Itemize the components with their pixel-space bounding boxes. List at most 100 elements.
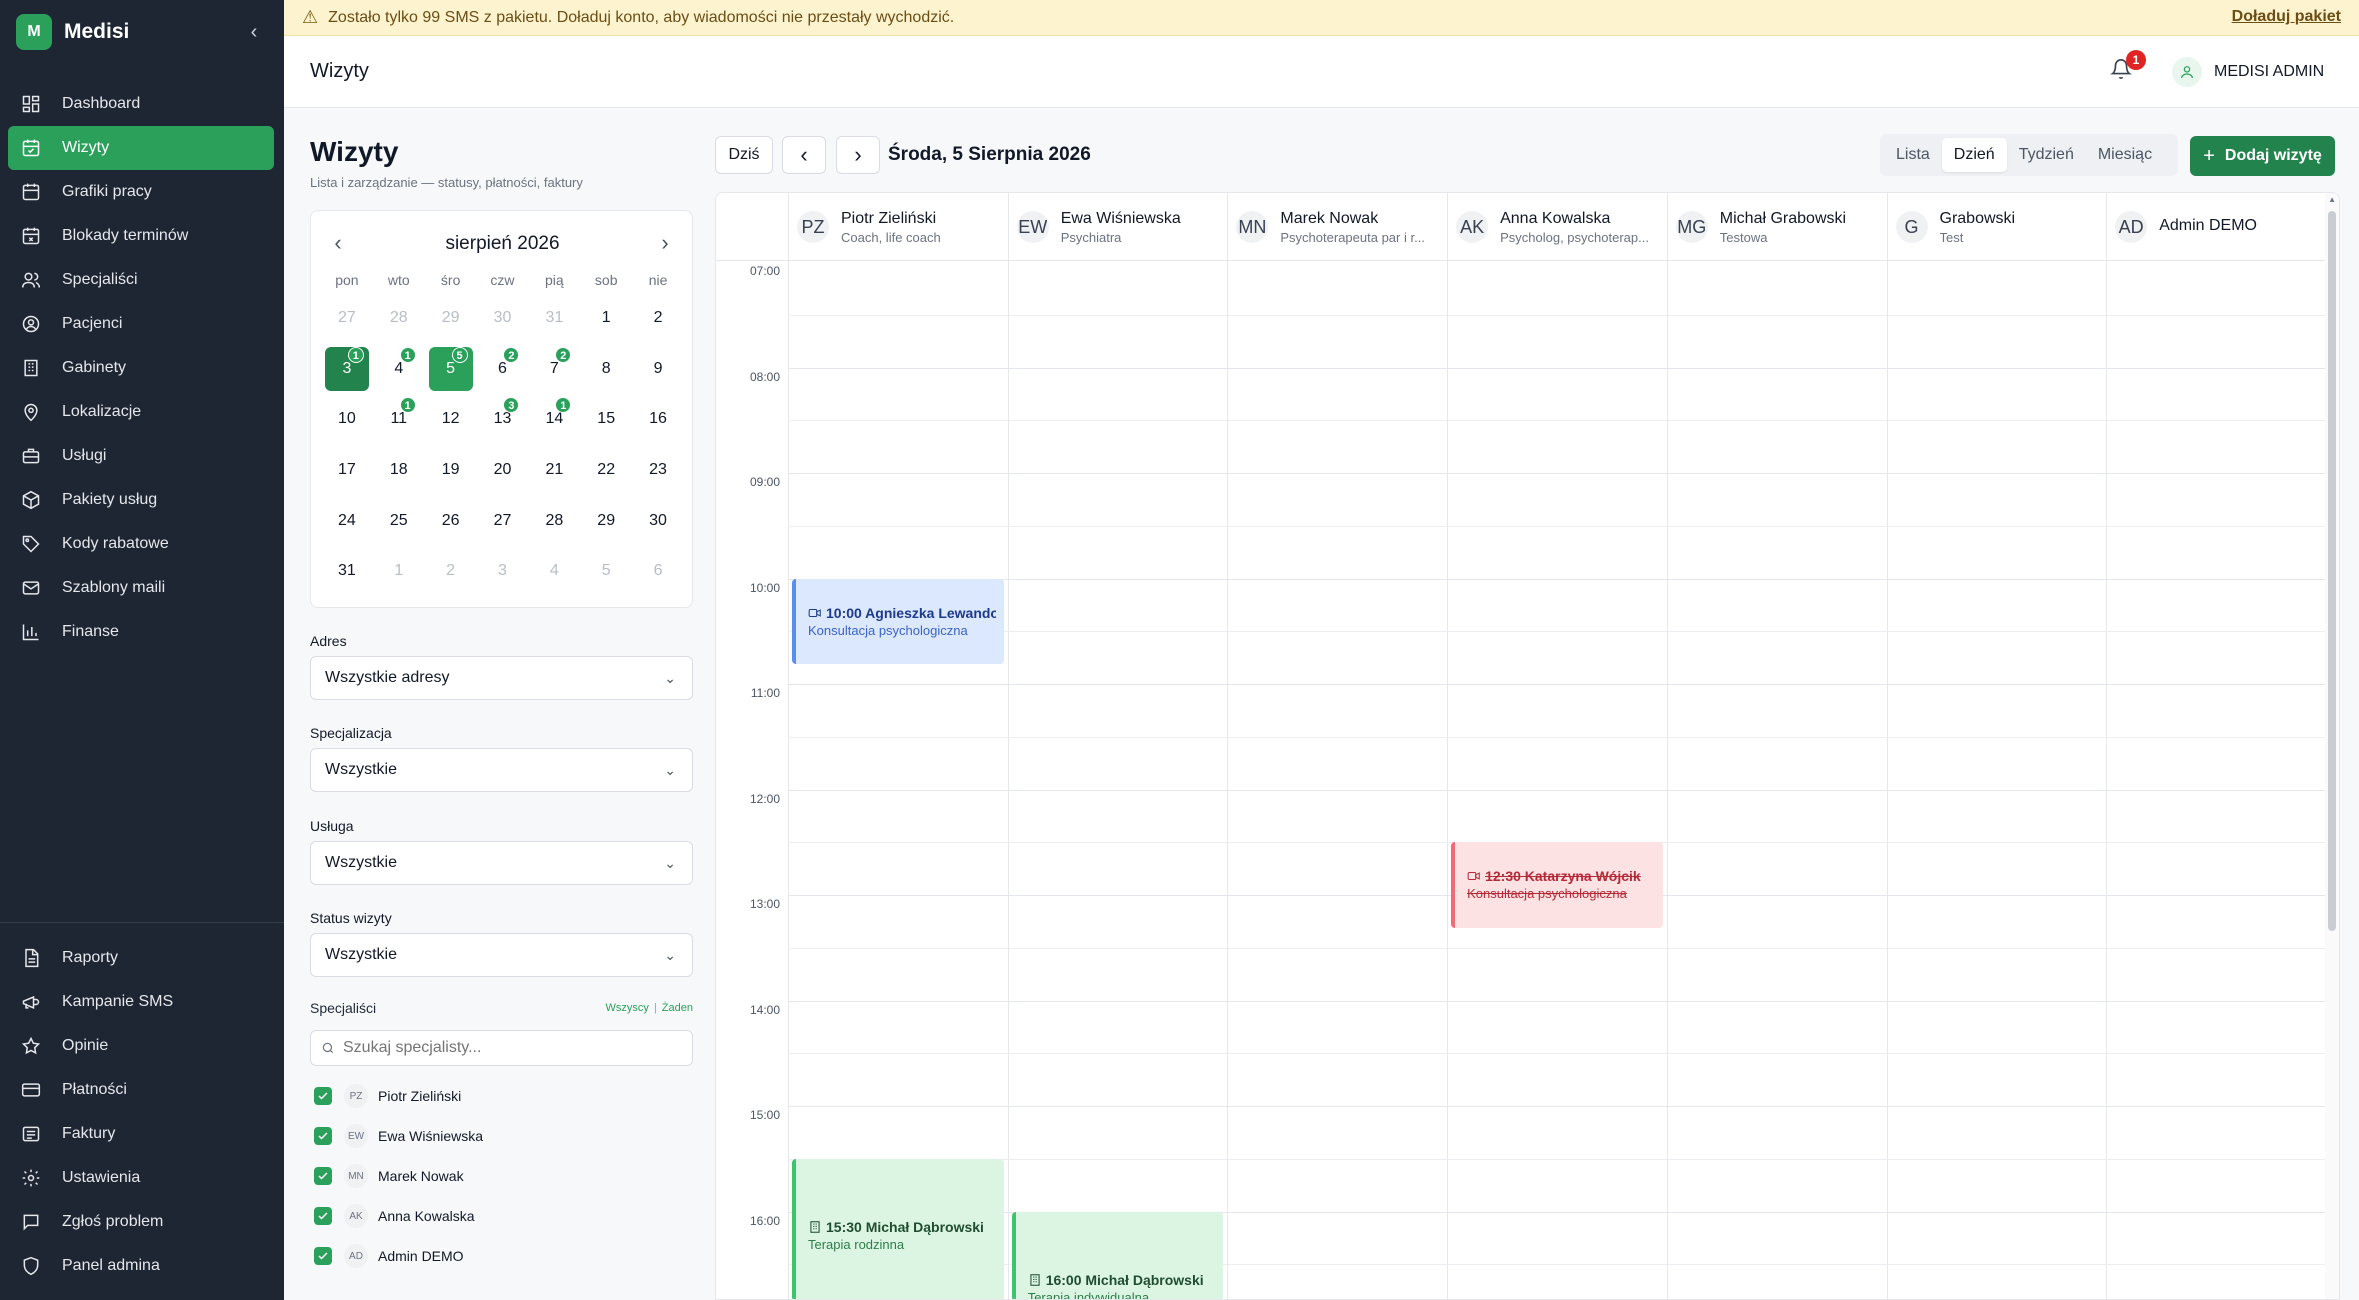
sidebar-item-kody-rabatowe[interactable]: Kody rabatowe xyxy=(8,522,274,566)
sidebar-item-grafiki-pracy[interactable]: Grafiki pracy xyxy=(8,170,274,214)
sidebar-item-ustawienia[interactable]: Ustawienia xyxy=(8,1156,274,1200)
mini-calendar-day[interactable]: 22 xyxy=(580,445,632,496)
mini-calendar-day[interactable]: 21 xyxy=(528,445,580,496)
mini-calendar-day[interactable]: 26 xyxy=(425,495,477,546)
mini-calendar-day[interactable]: 13 3 xyxy=(477,394,529,445)
mini-calendar-day[interactable]: 4 xyxy=(528,546,580,597)
sidebar-item-pacjenci[interactable]: Pacjenci xyxy=(8,302,274,346)
sidebar-item-zgłoś-problem[interactable]: Zgłoś problem xyxy=(8,1200,274,1244)
scroll-thumb[interactable] xyxy=(2328,211,2336,931)
mini-calendar-day[interactable]: 41 xyxy=(373,344,425,395)
mini-calendar-day[interactable]: 5 xyxy=(580,546,632,597)
mini-calendar-day[interactable]: 27 xyxy=(321,293,373,344)
mini-calendar-day[interactable]: 2 xyxy=(425,546,477,597)
specialist-filter-item[interactable]: AK Anna Kowalska xyxy=(314,1203,475,1229)
sidebar-item-płatności[interactable]: Płatności xyxy=(8,1068,274,1112)
sidebar-item-kampanie-sms[interactable]: Kampanie SMS xyxy=(8,980,274,1024)
brand[interactable]: M Medisi xyxy=(16,14,129,50)
view-lista[interactable]: Lista xyxy=(1884,138,1942,172)
mini-calendar-day[interactable]: 28 xyxy=(373,293,425,344)
mini-calendar-day[interactable]: 15 xyxy=(580,394,632,445)
specialist-filter-item[interactable]: PZ Piotr Zieliński xyxy=(314,1083,461,1109)
sidebar-item-lokalizacje[interactable]: Lokalizacje xyxy=(8,390,274,434)
mini-calendar-day[interactable]: 62 xyxy=(477,344,529,395)
checkbox-checked-icon[interactable] xyxy=(314,1167,332,1185)
mini-calendar-day[interactable]: 72 xyxy=(528,344,580,395)
mini-calendar-day[interactable]: 6 xyxy=(632,546,684,597)
calendar-scrollbar[interactable]: ▲ xyxy=(2325,193,2339,1299)
mini-calendar-day[interactable]: 16 xyxy=(632,394,684,445)
mini-calendar-day[interactable]: 20 xyxy=(477,445,529,496)
select-all-link[interactable]: Wszyscy xyxy=(606,1002,649,1014)
mini-calendar-day[interactable]: 8 xyxy=(580,344,632,395)
sidebar-item-usługi[interactable]: Usługi xyxy=(8,434,274,478)
mini-calendar-next-chevron-right-icon[interactable]: › xyxy=(650,229,680,259)
view-tydzień[interactable]: Tydzień xyxy=(2007,138,2086,172)
sidebar-item-pakiety-usług[interactable]: Pakiety usług xyxy=(8,478,274,522)
appointment-card[interactable]: 10:00 Agnieszka LewandowskaKonsultacja p… xyxy=(792,578,1004,665)
mini-calendar-day[interactable]: 31 xyxy=(528,293,580,344)
specialist-filter-item[interactable]: MN Marek Nowak xyxy=(314,1163,464,1189)
sidebar-item-gabinety[interactable]: Gabinety xyxy=(8,346,274,390)
scroll-up-arrow-icon[interactable]: ▲ xyxy=(2328,195,2336,204)
appointment-card[interactable]: 16:00 Michał Dąbrowski Terapia indywidual… xyxy=(1011,1211,1224,1299)
mini-calendar-day[interactable]: 31 xyxy=(321,344,373,395)
visit-status-select[interactable]: Wszystkie ⌄ xyxy=(310,933,693,977)
mini-calendar-day[interactable]: 31 xyxy=(321,546,373,597)
specialization-select[interactable]: Wszystkie ⌄ xyxy=(310,748,693,792)
mini-calendar-day[interactable]: 9 xyxy=(632,344,684,395)
checkbox-checked-icon[interactable] xyxy=(314,1207,332,1225)
specialist-filter-item[interactable]: AD Admin DEMO xyxy=(314,1243,464,1269)
today-button[interactable]: Dziś xyxy=(715,136,773,174)
sidebar-item-finanse[interactable]: Finanse xyxy=(8,610,274,654)
mini-calendar-day[interactable]: 18 xyxy=(373,445,425,496)
mini-calendar-day[interactable]: 1 xyxy=(373,546,425,597)
mini-calendar-day[interactable]: 17 xyxy=(321,445,373,496)
mini-calendar-day[interactable]: 2 xyxy=(632,293,684,344)
sidebar-item-blokady-terminów[interactable]: Blokady terminów xyxy=(8,214,274,258)
mini-calendar-day[interactable]: 19 xyxy=(425,445,477,496)
appointment-card[interactable]: 15:30 Michał Dąbrowski Terapia rodzinna xyxy=(792,1158,1004,1299)
mini-calendar-day[interactable]: 25 xyxy=(373,495,425,546)
prev-day-button[interactable]: ‹ xyxy=(782,136,826,174)
sidebar-item-opinie[interactable]: Opinie xyxy=(8,1024,274,1068)
mini-calendar-day[interactable]: 3 xyxy=(477,546,529,597)
mini-calendar-day[interactable]: 28 xyxy=(528,495,580,546)
checkbox-checked-icon[interactable] xyxy=(314,1087,332,1105)
sidebar-item-szablony-maili[interactable]: Szablony maili xyxy=(8,566,274,610)
sidebar-item-raporty[interactable]: Raporty xyxy=(8,936,274,980)
view-dzień[interactable]: Dzień xyxy=(1941,138,2007,172)
sidebar-item-wizyty[interactable]: Wizyty xyxy=(8,126,274,170)
address-select[interactable]: Wszystkie adresy ⌄ xyxy=(310,656,693,700)
sidebar-item-faktury[interactable]: Faktury xyxy=(8,1112,274,1156)
service-select[interactable]: Wszystkie ⌄ xyxy=(310,841,693,885)
mini-calendar-day[interactable]: 30 xyxy=(632,495,684,546)
mini-calendar-day[interactable]: 27 xyxy=(477,495,529,546)
mini-calendar-day[interactable]: 10 xyxy=(321,394,373,445)
mini-calendar-day[interactable]: 23 xyxy=(632,445,684,496)
mini-calendar-day[interactable]: 30 xyxy=(477,293,529,344)
top-up-link[interactable]: Doładuj pakiet xyxy=(2232,8,2341,26)
mini-calendar-day[interactable]: 29 xyxy=(425,293,477,344)
appointment-card[interactable]: 12:30 Katarzyna Wójcik Konsultacja psycho… xyxy=(1451,842,1663,929)
add-visit-button[interactable]: + Dodaj wizytę xyxy=(2190,136,2335,176)
collapse-sidebar-chevron-left-icon[interactable]: ‹ xyxy=(240,18,268,46)
sidebar-item-specjaliści[interactable]: Specjaliści xyxy=(8,258,274,302)
mini-calendar-day[interactable]: 14 1 xyxy=(528,394,580,445)
specialist-search-input[interactable] xyxy=(343,1031,683,1065)
specialist-filter-item[interactable]: EW Ewa Wiśniewska xyxy=(314,1123,483,1149)
sidebar-item-panel-admina[interactable]: Panel admina xyxy=(8,1244,274,1288)
checkbox-checked-icon[interactable] xyxy=(314,1247,332,1265)
mini-calendar-day[interactable]: 24 xyxy=(321,495,373,546)
mini-calendar-day[interactable]: 12 xyxy=(425,394,477,445)
calendar-grid[interactable]: 07:00 08:00 09:00 10:00 11:00 12:00 13:00 14:00… xyxy=(716,261,2327,1299)
mini-calendar-day[interactable]: 29 xyxy=(580,495,632,546)
view-miesiąc[interactable]: Miesiąc xyxy=(2086,138,2164,172)
checkbox-checked-icon[interactable] xyxy=(314,1127,332,1145)
sidebar-item-dashboard[interactable]: Dashboard xyxy=(8,82,274,126)
mini-calendar-day[interactable]: 1 xyxy=(580,293,632,344)
user-menu[interactable]: MEDISI ADMIN xyxy=(2172,56,2324,88)
next-day-button[interactable]: › xyxy=(836,136,880,174)
mini-calendar-day[interactable]: 55 xyxy=(425,344,477,395)
select-none-link[interactable]: Żaden xyxy=(662,1002,693,1014)
